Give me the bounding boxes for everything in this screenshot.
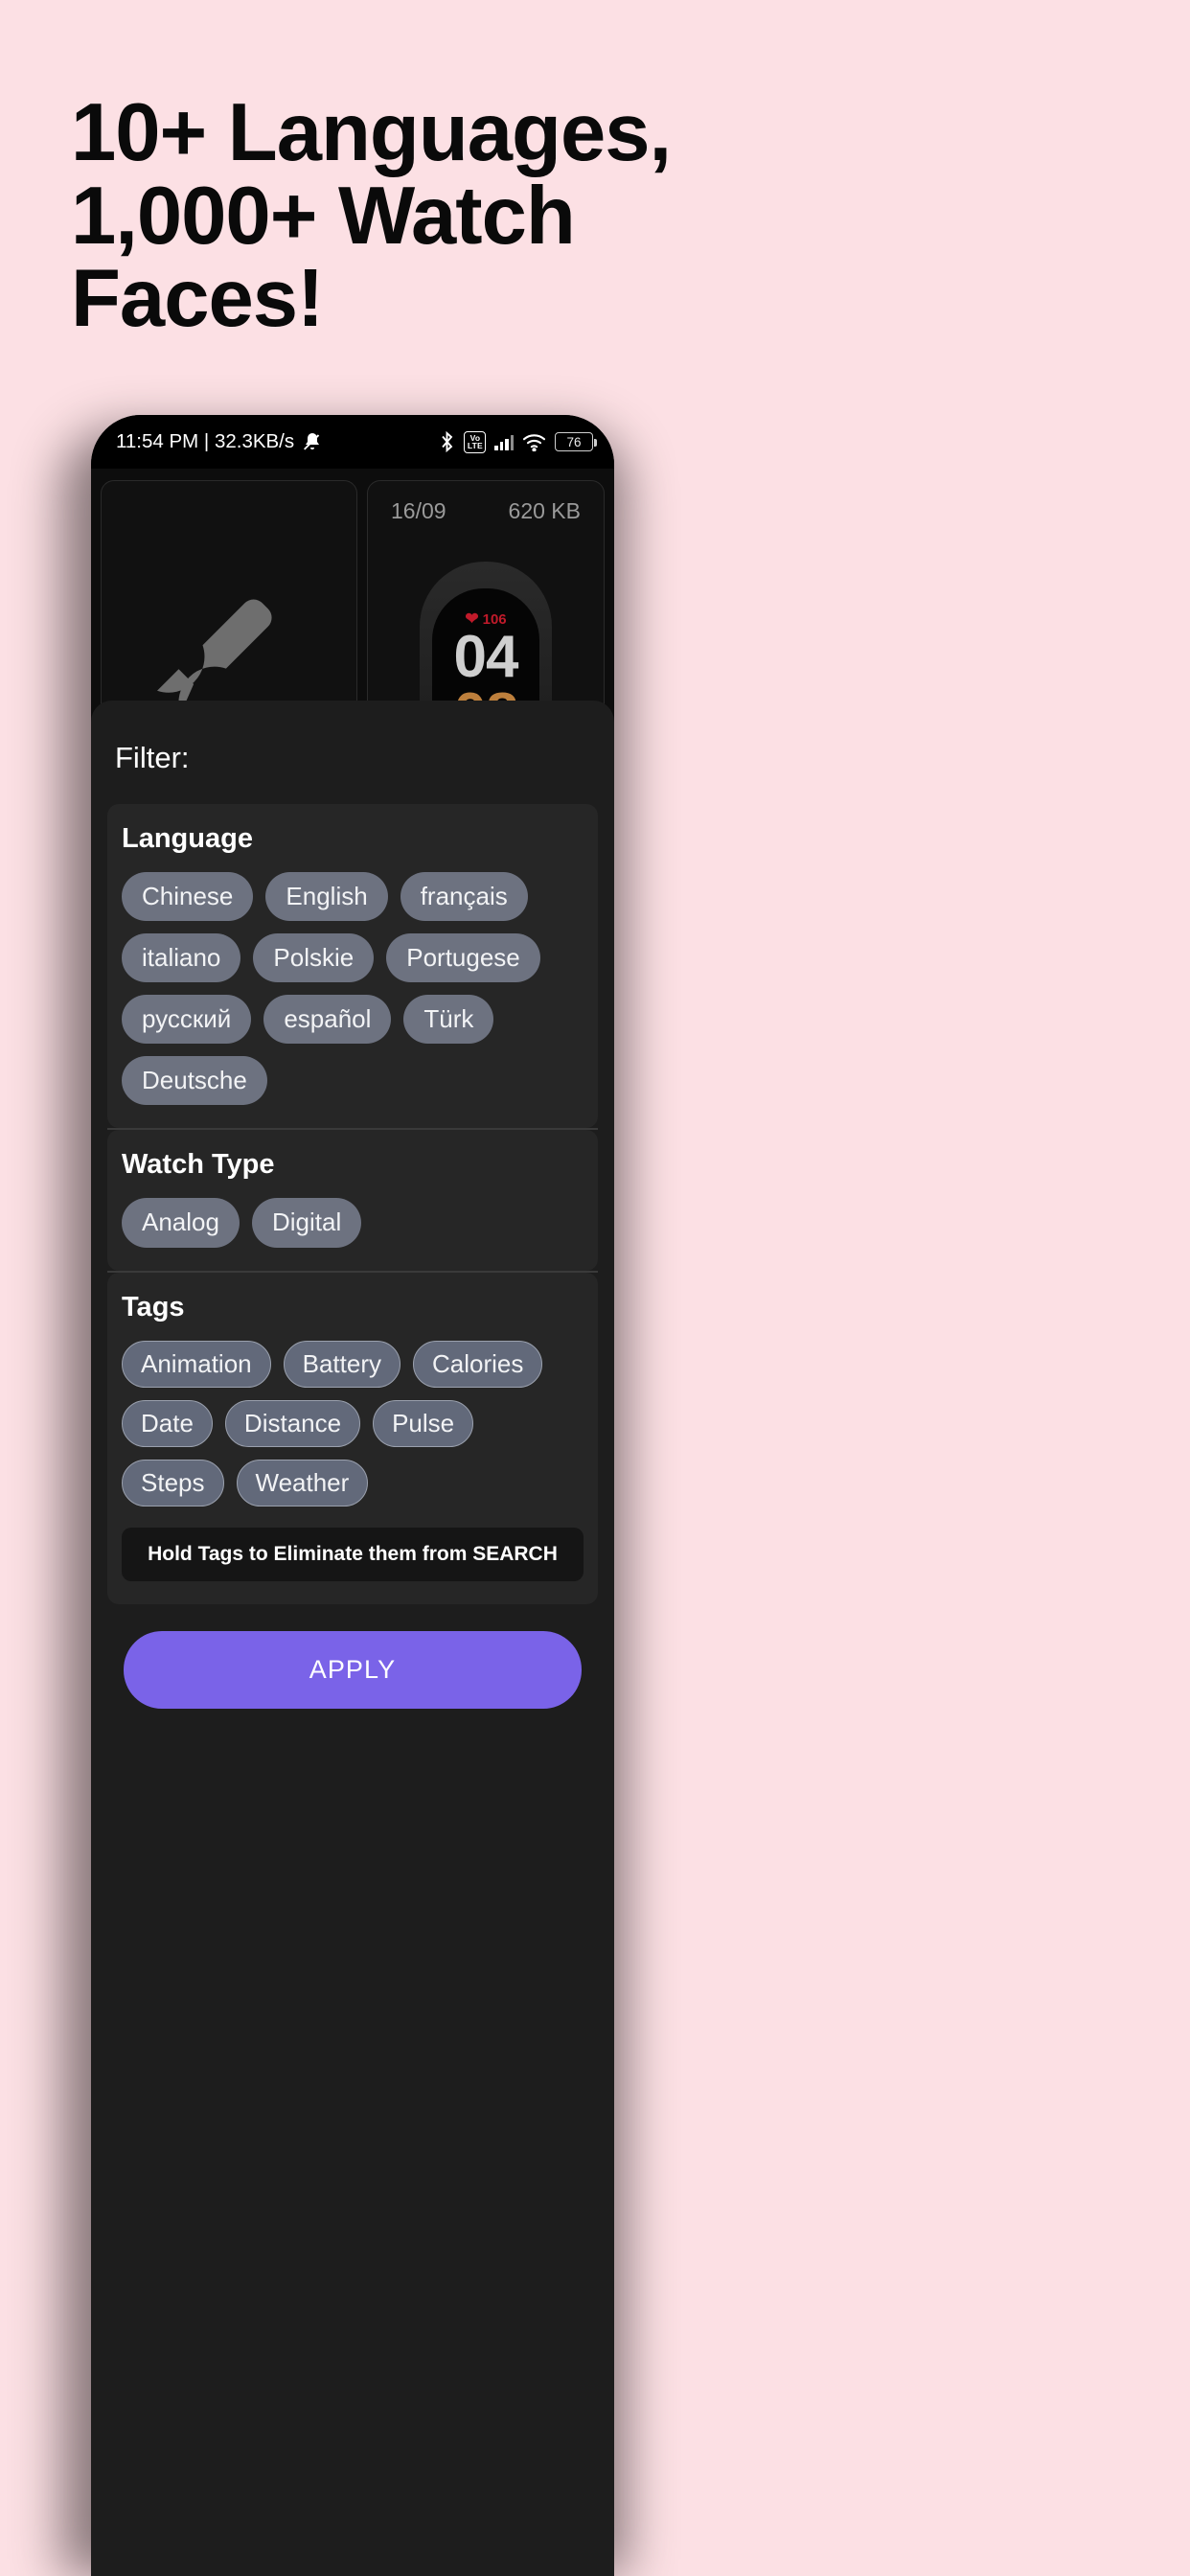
apply-button-container: APPLY bbox=[107, 1604, 598, 1709]
language-chip-group: Chinese English français italiano Polski… bbox=[122, 872, 584, 1106]
cellular-signal-icon bbox=[494, 434, 514, 450]
bluetooth-icon bbox=[439, 430, 455, 453]
apply-button[interactable]: APPLY bbox=[124, 1630, 582, 1709]
battery-icon: 76 bbox=[555, 432, 597, 451]
language-chip[interactable]: English bbox=[265, 872, 388, 922]
language-section: Language Chinese English français italia… bbox=[107, 804, 598, 1129]
mute-bell-icon bbox=[301, 430, 324, 453]
language-chip[interactable]: Polskie bbox=[253, 933, 375, 983]
watch-type-chip[interactable]: Analog bbox=[122, 1198, 240, 1248]
language-chip[interactable]: español bbox=[263, 995, 392, 1045]
watch-type-section-title: Watch Type bbox=[122, 1149, 275, 1181]
language-chip[interactable]: italiano bbox=[122, 933, 241, 983]
tag-chip[interactable]: Steps bbox=[122, 1459, 224, 1506]
language-chip[interactable]: Portugese bbox=[386, 933, 540, 983]
tag-chip[interactable]: Distance bbox=[224, 1399, 361, 1447]
page-title: 10+ Languages, 1,000+ Watch Faces! bbox=[71, 87, 1029, 345]
tag-chip[interactable]: Date bbox=[122, 1399, 213, 1447]
language-chip[interactable]: Deutsche bbox=[122, 1056, 267, 1106]
tag-chip[interactable]: Animation bbox=[122, 1340, 271, 1388]
watch-face-size: 620 KB bbox=[508, 498, 581, 523]
tags-section: Tags Animation Battery Calories Date Dis… bbox=[107, 1272, 598, 1604]
watch-type-chip-group: Analog Digital bbox=[122, 1198, 584, 1248]
status-time-speed: 11:54 PM | 32.3KB/s bbox=[116, 430, 295, 452]
watch-face-date: 16/09 bbox=[391, 498, 446, 523]
tags-hint-banner: Hold Tags to Eliminate them from SEARCH bbox=[122, 1527, 584, 1581]
headline-line-2: 1,000+ Watch bbox=[71, 170, 576, 262]
tag-chip[interactable]: Battery bbox=[283, 1340, 400, 1388]
tags-chip-group: Animation Battery Calories Date Distance… bbox=[122, 1340, 584, 1506]
headline-line-3: Faces! bbox=[71, 253, 324, 345]
tag-chip[interactable]: Calories bbox=[413, 1340, 543, 1388]
volte-bottom-label: LTE bbox=[467, 441, 483, 450]
filter-sheet-title: Filter: bbox=[115, 741, 190, 774]
language-chip[interactable]: français bbox=[400, 872, 528, 922]
filter-bottom-sheet: Filter: Language Chinese English françai… bbox=[91, 701, 614, 2576]
language-chip[interactable]: Chinese bbox=[122, 872, 254, 922]
language-chip[interactable]: русский bbox=[122, 995, 252, 1045]
tag-chip[interactable]: Weather bbox=[236, 1459, 369, 1506]
wifi-icon bbox=[522, 433, 546, 451]
watch-hours: 04 bbox=[453, 624, 519, 690]
status-bar: 11:54 PM | 32.3KB/s Vo LTE 76 bbox=[91, 415, 614, 469]
tags-section-title: Tags bbox=[122, 1291, 185, 1322]
language-section-title: Language bbox=[122, 823, 253, 854]
volte-icon: Vo LTE bbox=[464, 430, 487, 453]
tag-chip[interactable]: Pulse bbox=[373, 1399, 474, 1447]
language-chip[interactable]: Türk bbox=[403, 995, 494, 1045]
phone-mockup: 11:54 PM | 32.3KB/s Vo LTE 76 16/09 620 … bbox=[91, 415, 614, 2576]
watch-face-meta: 16/09 620 KB bbox=[368, 498, 604, 524]
filter-sheet-body[interactable]: Language Chinese English français italia… bbox=[91, 775, 614, 1709]
headline-line-1: 10+ Languages, bbox=[71, 87, 672, 178]
watch-type-section: Watch Type Analog Digital bbox=[107, 1130, 598, 1271]
battery-level-label: 76 bbox=[566, 434, 582, 449]
watch-type-chip[interactable]: Digital bbox=[251, 1198, 362, 1248]
